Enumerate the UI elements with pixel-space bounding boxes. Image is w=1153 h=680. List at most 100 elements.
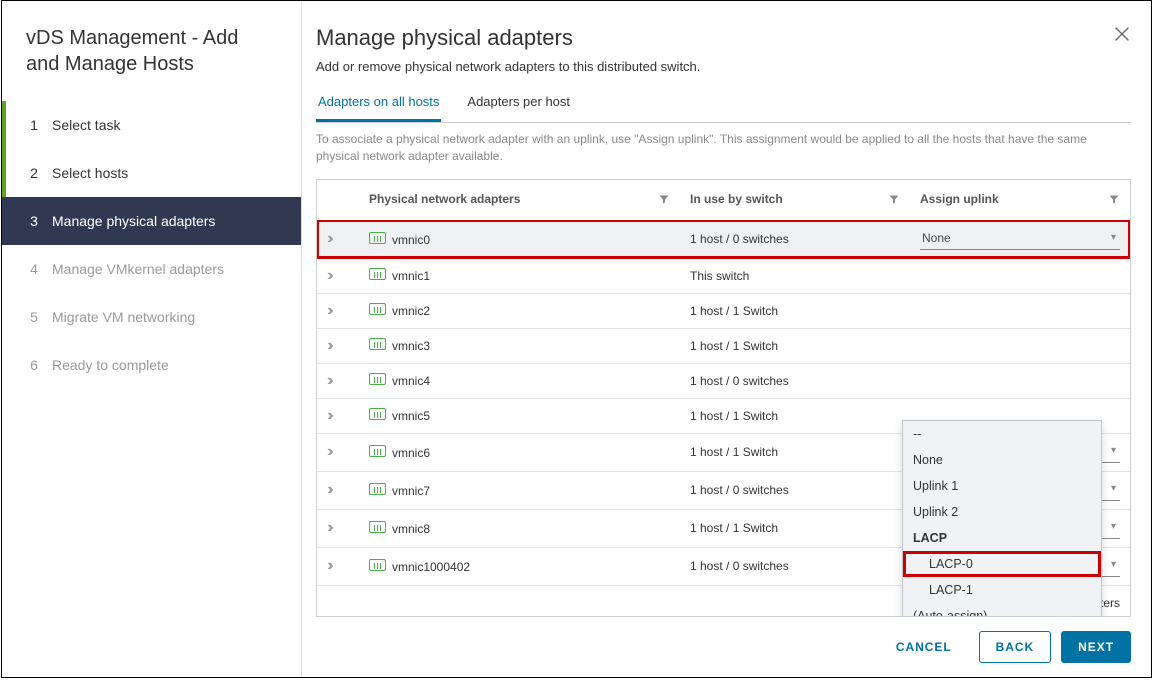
cell-in-use: 1 host / 1 Switch xyxy=(680,328,910,363)
nic-icon xyxy=(369,408,386,420)
nic-icon xyxy=(369,268,386,280)
nic-icon xyxy=(369,338,386,350)
cell-in-use: 1 host / 1 Switch xyxy=(680,433,910,471)
help-text: To associate a physical network adapter … xyxy=(316,123,1131,179)
close-icon[interactable] xyxy=(1111,23,1133,45)
cell-adapter: vmnic6 xyxy=(359,433,680,471)
step-number: 6 xyxy=(22,357,46,373)
uplink-value: None xyxy=(922,231,951,245)
wizard-step[interactable]: 6 Ready to complete xyxy=(2,341,301,389)
nic-icon xyxy=(369,232,386,244)
dropdown-item[interactable]: LACP-1 xyxy=(903,577,1101,603)
wizard-step[interactable]: 5 Migrate VM networking xyxy=(2,293,301,341)
chevron-down-icon: ▾ xyxy=(1111,232,1116,243)
step-label: Ready to complete xyxy=(52,357,169,373)
step-label: Select hosts xyxy=(52,165,128,181)
adapter-name: vmnic0 xyxy=(392,233,430,247)
back-button[interactable]: BACK xyxy=(979,631,1052,663)
tab[interactable]: Adapters on all hosts xyxy=(316,84,441,122)
adapter-name: vmnic1 xyxy=(392,269,430,283)
wizard-step[interactable]: 3Manage physical adapters xyxy=(2,197,301,245)
expand-icon[interactable]: ›› xyxy=(327,230,330,247)
col-label: Physical network adapters xyxy=(369,192,520,206)
expand-icon[interactable]: ›› xyxy=(327,337,330,354)
table-header-row: Physical network adapters In use by swit… xyxy=(317,180,1130,221)
wizard-sidebar: vDS Management - Add and Manage Hosts 1S… xyxy=(2,1,302,677)
col-label: Assign uplink xyxy=(920,192,999,206)
dialog-vds-manage-hosts: vDS Management - Add and Manage Hosts 1S… xyxy=(1,0,1152,678)
nic-icon xyxy=(369,483,386,495)
adapter-name: vmnic6 xyxy=(392,446,430,460)
cell-assign-uplink xyxy=(910,328,1130,363)
filter-icon[interactable] xyxy=(658,192,670,208)
cell-in-use: 1 host / 0 switches xyxy=(680,547,910,585)
table-row[interactable]: ›› vmnic2 1 host / 1 Switch xyxy=(317,293,1130,328)
dropdown-item[interactable]: -- xyxy=(903,421,1101,447)
uplink-select[interactable]: None ▾ xyxy=(920,229,1120,250)
cell-adapter: vmnic5 xyxy=(359,398,680,433)
step-label: Manage VMkernel adapters xyxy=(52,261,224,277)
step-number: 2 xyxy=(22,165,46,181)
nic-icon xyxy=(369,445,386,457)
uplink-dropdown[interactable]: --NoneUplink 1Uplink 2LACPLACP-0LACP-1(A… xyxy=(902,420,1102,617)
cell-adapter: vmnic1000402 xyxy=(359,547,680,585)
nic-icon xyxy=(369,521,386,533)
col-assign-uplink[interactable]: Assign uplink xyxy=(910,180,1130,221)
dropdown-item[interactable]: Uplink 1 xyxy=(903,473,1101,499)
dropdown-item: LACP xyxy=(903,525,1101,551)
expand-icon[interactable]: ›› xyxy=(327,557,330,574)
cell-assign-uplink xyxy=(910,363,1130,398)
adapters-table-wrap: Physical network adapters In use by swit… xyxy=(316,179,1131,617)
dropdown-item[interactable]: None xyxy=(903,447,1101,473)
expand-icon[interactable]: ›› xyxy=(327,302,330,319)
cancel-button[interactable]: CANCEL xyxy=(879,631,969,663)
dropdown-item[interactable]: LACP-0 xyxy=(903,551,1101,577)
wizard-steps: 1 Select task 2 Select hosts 3Manage physica… xyxy=(2,101,301,389)
tabs: Adapters on all hosts Adapters per host xyxy=(316,84,1131,123)
adapter-name: vmnic2 xyxy=(392,304,430,318)
adapter-name: vmnic5 xyxy=(392,409,430,423)
table-row[interactable]: ›› vmnic4 1 host / 0 switches xyxy=(317,363,1130,398)
col-label: In use by switch xyxy=(690,192,783,206)
cell-in-use: This switch xyxy=(680,258,910,293)
expand-icon[interactable]: ›› xyxy=(327,267,330,284)
expand-icon[interactable]: ›› xyxy=(327,407,330,424)
col-in-use-by-switch[interactable]: In use by switch xyxy=(680,180,910,221)
dropdown-item[interactable]: (Auto-assign) xyxy=(903,603,1101,617)
filter-icon[interactable] xyxy=(1108,192,1120,208)
step-label: Migrate VM networking xyxy=(52,309,195,325)
table-row[interactable]: ›› vmnic31 host / 1 Switch xyxy=(317,328,1130,363)
tab[interactable]: Adapters per host xyxy=(465,84,572,122)
adapter-name: vmnic8 xyxy=(392,522,430,536)
next-button[interactable]: NEXT xyxy=(1061,631,1131,663)
footer-buttons: CANCEL BACK NEXT xyxy=(316,617,1131,663)
cell-adapter: vmnic2 xyxy=(359,293,680,328)
cell-in-use: 1 host / 1 Switch xyxy=(680,293,910,328)
expand-icon[interactable]: ›› xyxy=(327,443,330,460)
wizard-step[interactable]: 1 Select task xyxy=(2,101,301,149)
step-number: 4 xyxy=(22,261,46,277)
step-label: Manage physical adapters xyxy=(52,213,215,229)
step-number: 5 xyxy=(22,309,46,325)
cell-in-use: 1 host / 0 switches xyxy=(680,220,910,258)
table-row[interactable]: ›› vmnic0 1 host / 0 switches None ▾ xyxy=(317,220,1130,258)
adapter-name: vmnic4 xyxy=(392,374,430,388)
cell-adapter: vmnic0 xyxy=(359,220,680,258)
step-number: 1 xyxy=(22,117,46,133)
wizard-title: vDS Management - Add and Manage Hosts xyxy=(2,25,301,101)
expand-icon[interactable]: ›› xyxy=(327,481,330,498)
table-row[interactable]: ›› vmnic1 This switch xyxy=(317,258,1130,293)
wizard-step[interactable]: 2 Select hosts xyxy=(2,149,301,197)
dropdown-item[interactable]: Uplink 2 xyxy=(903,499,1101,525)
col-physical-adapters[interactable]: Physical network adapters xyxy=(359,180,680,221)
expand-icon[interactable]: ›› xyxy=(327,519,330,536)
wizard-step[interactable]: 4 Manage VMkernel adapters xyxy=(2,245,301,293)
cell-adapter: vmnic3 xyxy=(359,328,680,363)
chevron-down-icon: ▾ xyxy=(1111,559,1116,570)
expand-icon[interactable]: ›› xyxy=(327,372,330,389)
cell-adapter: vmnic1 xyxy=(359,258,680,293)
cell-in-use: 1 host / 0 switches xyxy=(680,363,910,398)
cell-assign-uplink: None ▾ xyxy=(910,220,1130,258)
filter-icon[interactable] xyxy=(888,192,900,208)
step-label: Select task xyxy=(52,117,120,133)
